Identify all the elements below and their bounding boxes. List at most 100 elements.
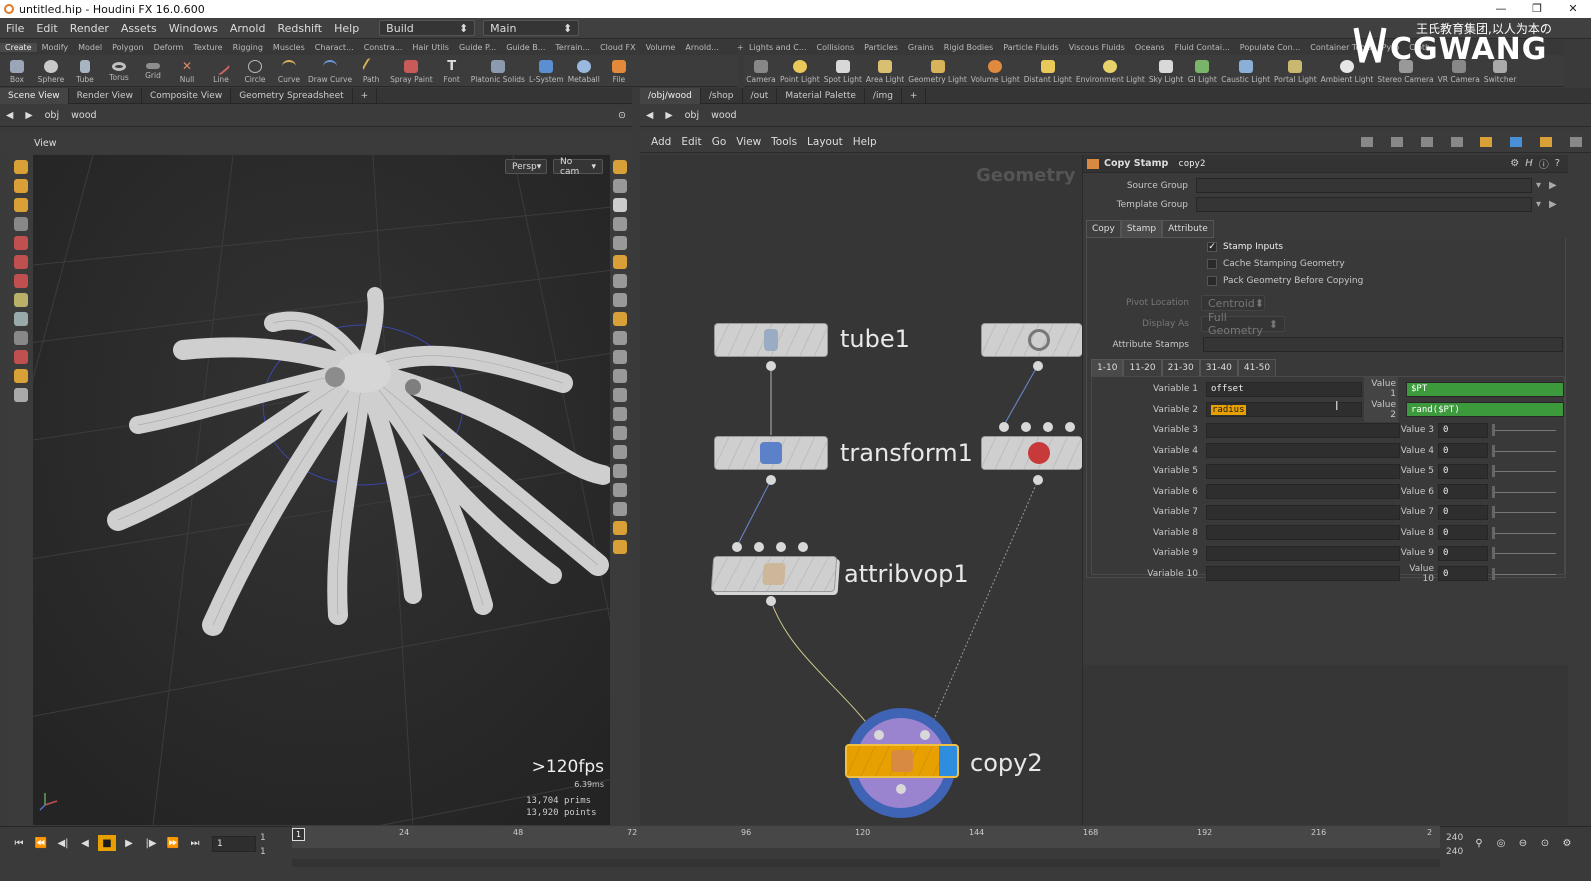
shading-icon[interactable] [613, 179, 627, 193]
tab-stamp[interactable]: Stamp [1120, 220, 1163, 238]
tool-environment-light[interactable]: Environment Light [1074, 58, 1147, 84]
camera-tool-icon[interactable] [13, 369, 28, 383]
menu-redshift[interactable]: Redshift [271, 22, 328, 35]
tab-scene-view[interactable]: Scene View [0, 87, 69, 104]
var-tab-31-40[interactable]: 31-40 [1199, 359, 1238, 377]
arrow-select-icon[interactable]: ▶ [1549, 180, 1557, 191]
shelf-tab[interactable]: Constra... [359, 43, 408, 52]
tool-file[interactable]: File [602, 58, 636, 84]
path-crumb-obj[interactable]: obj [679, 110, 705, 121]
tab-img[interactable]: /img [865, 87, 902, 104]
box-display-icon[interactable] [613, 483, 627, 497]
text-display-icon[interactable] [613, 502, 627, 516]
input-connector[interactable] [798, 542, 808, 552]
template-group-field[interactable] [1196, 197, 1532, 212]
sphere-display-icon[interactable] [613, 236, 627, 250]
value-field[interactable]: 0 [1438, 525, 1488, 541]
light-bulb-icon[interactable] [613, 540, 627, 554]
current-frame-marker[interactable]: 1 [292, 828, 305, 841]
output-connector[interactable] [896, 784, 906, 794]
variable-name-field[interactable] [1206, 504, 1400, 520]
tool-torus[interactable]: Torus [102, 60, 136, 82]
node-copy2[interactable] [845, 744, 959, 778]
output-connector[interactable] [1033, 475, 1043, 485]
shelf2-tab[interactable]: Rigid Bodies [939, 43, 998, 52]
arrow-select-icon[interactable]: ▶ [1549, 199, 1557, 210]
input-connector[interactable] [920, 730, 930, 740]
add-tab-icon[interactable]: + [353, 87, 378, 104]
net-menu-view[interactable]: View [731, 136, 766, 148]
lock-icon[interactable] [613, 198, 627, 212]
output-connector[interactable] [766, 475, 776, 485]
input-connector[interactable] [1043, 422, 1053, 432]
tool-circle[interactable]: Circle [238, 58, 272, 84]
back-icon[interactable]: ◀ [0, 110, 19, 121]
tool-null[interactable]: ✕ Null [170, 58, 204, 84]
tool-metaball[interactable]: Metaball [566, 58, 602, 84]
tab-material-palette[interactable]: Material Palette [777, 87, 865, 104]
tool-path[interactable]: Path [354, 56, 388, 84]
image-icon[interactable] [1510, 137, 1523, 147]
grid-display-icon[interactable] [613, 464, 627, 478]
split-view-icon[interactable] [1450, 137, 1463, 147]
net-menu-go[interactable]: Go [707, 136, 732, 148]
shelf2-tab[interactable]: Particles [859, 43, 903, 52]
next-key-icon[interactable]: ⏩ [164, 835, 182, 851]
variable-name-field[interactable] [1206, 422, 1400, 438]
value-slider[interactable] [1492, 526, 1558, 539]
value-field[interactable]: 0 [1438, 566, 1488, 582]
realtime-icon[interactable]: ⊙ [1536, 835, 1554, 851]
gear-icon[interactable]: ⚙ [1510, 158, 1519, 169]
value-slider[interactable] [1492, 444, 1558, 457]
handle-tool-icon[interactable] [13, 198, 28, 212]
tool-draw-curve[interactable]: Draw Curve [306, 58, 354, 84]
help-h-icon[interactable]: H [1525, 158, 1533, 169]
search-icon[interactable] [1570, 137, 1583, 147]
stop-icon[interactable]: ■ [98, 835, 116, 851]
var-tab-41-50[interactable]: 41-50 [1237, 359, 1277, 377]
tab-attribute[interactable]: Attribute [1162, 220, 1214, 238]
tool-spot-light[interactable]: Spot Light [822, 58, 864, 84]
variable-name-field[interactable] [1206, 463, 1400, 479]
shelf-tab[interactable]: Volume [641, 43, 681, 52]
shelf-tab-create[interactable]: Create [0, 43, 37, 52]
range-slider[interactable] [292, 859, 1440, 867]
tool-platonic[interactable]: Platonic Solids [469, 58, 527, 84]
source-group-field[interactable] [1196, 178, 1532, 193]
node-attribvop1[interactable] [710, 556, 838, 592]
tool-camera[interactable]: Camera [744, 58, 778, 84]
forward-icon[interactable]: ▶ [659, 110, 678, 121]
tool-volume-light[interactable]: Volume Light [969, 58, 1022, 84]
cache-row[interactable]: Cache Stamping Geometry [1207, 259, 1345, 269]
variable-name-field[interactable] [1206, 566, 1400, 582]
shelf-tab[interactable]: Charact... [310, 43, 359, 52]
shelf-tab[interactable]: Muscles [268, 43, 310, 52]
key-icon[interactable]: ⚲ [1470, 835, 1488, 851]
slider-handle[interactable] [1492, 547, 1495, 560]
value-expression-field[interactable]: rand($PT) [1406, 402, 1564, 418]
back-icon[interactable]: ◀ [640, 110, 659, 121]
value-field[interactable]: 0 [1438, 463, 1488, 479]
note-icon[interactable] [1480, 137, 1493, 147]
tree-view-icon[interactable] [1360, 137, 1373, 147]
net-menu-layout[interactable]: Layout [802, 136, 848, 148]
chevron-down-icon[interactable]: ▾ [1536, 180, 1541, 191]
input-connector[interactable] [1065, 422, 1075, 432]
shelf2-tab[interactable]: Particle Fluids [998, 43, 1063, 52]
input-connector[interactable] [999, 422, 1009, 432]
normals-icon[interactable] [613, 293, 627, 307]
attribute-stamps-field[interactable] [1203, 337, 1563, 352]
slider-handle[interactable] [1492, 424, 1495, 437]
camera-menu[interactable]: No cam ▾ [553, 157, 603, 177]
close-icon[interactable]: ✕ [1555, 0, 1591, 18]
shelf-tab[interactable]: Modify [37, 43, 74, 52]
path-crumb-obj[interactable]: obj [39, 110, 65, 121]
shelf-tab[interactable]: Arnold... [680, 43, 724, 52]
var-tab-1-10[interactable]: 1-10 [1091, 359, 1124, 377]
hair-icon[interactable] [613, 426, 627, 440]
move-tool-icon[interactable] [13, 236, 28, 250]
value-field[interactable]: 0 [1438, 484, 1488, 500]
shelf2-tab-lights[interactable]: Lights and C... [744, 43, 811, 52]
tab-out[interactable]: /out [743, 87, 778, 104]
jump-start-icon[interactable]: ⏮ [10, 835, 28, 851]
